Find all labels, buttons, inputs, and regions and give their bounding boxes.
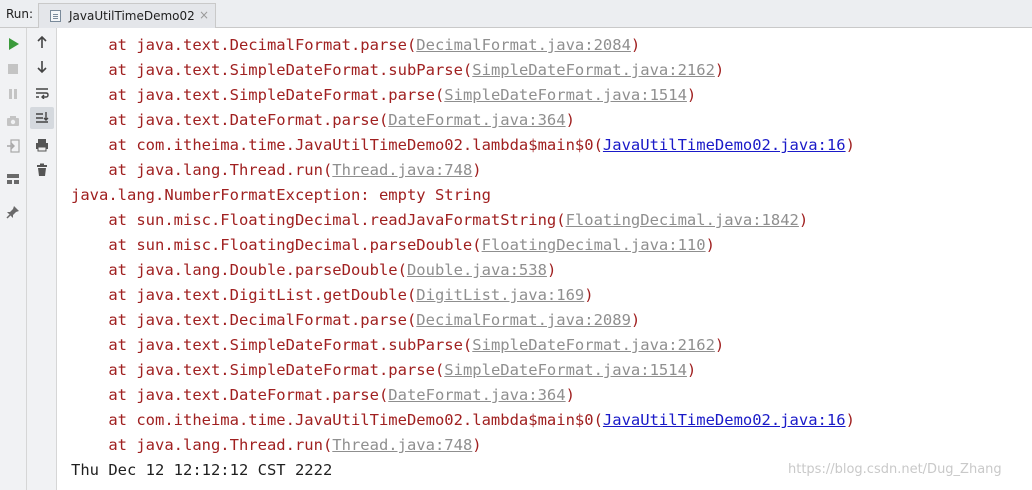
line-text: at java.text.SimpleDateFormat.parse( [71,361,445,379]
source-link[interactable]: DecimalFormat.java:2084 [416,36,631,54]
line-suffix: ) [686,86,697,104]
exit-icon[interactable] [3,136,23,156]
console-line: at java.text.DateFormat.parse(DateFormat… [71,108,575,133]
line-suffix: ) [714,336,725,354]
console-line: at java.text.SimpleDateFormat.parse(Simp… [71,83,696,108]
line-suffix: ) [705,236,715,254]
layout-icon[interactable] [3,169,23,189]
line-text: at java.lang.Double.parseDouble( [71,261,407,279]
print-icon[interactable] [32,135,52,155]
line-suffix: ) [584,286,594,304]
line-suffix: ) [546,261,557,279]
line-text: at com.itheima.time.JavaUtilTimeDemo02.l… [71,136,603,154]
source-link[interactable]: FloatingDecimal.java:1842 [566,211,799,229]
console-line: at java.text.SimpleDateFormat.parse(Simp… [71,358,696,383]
line-suffix: ) [845,411,855,429]
run-actions-toolbar [0,28,27,490]
source-link[interactable]: Thread.java:748 [332,436,472,454]
line-text: at java.text.SimpleDateFormat.subParse( [71,61,473,79]
source-link[interactable]: SimpleDateFormat.java:1514 [444,361,687,379]
run-toolwindow-header: Run: JavaUtilTimeDemo02 × [0,0,1032,28]
trash-icon[interactable] [32,160,52,180]
run-label: Run: [6,7,34,21]
down-arrow-icon[interactable] [32,57,52,77]
source-link[interactable]: DateFormat.java:364 [388,111,565,129]
program-output-line: Thu Dec 12 12:12:12 CST 2222 [71,458,332,483]
console-output[interactable]: at java.text.DecimalFormat.parse(Decimal… [57,28,1032,490]
source-link[interactable]: SimpleDateFormat.java:2162 [472,336,715,354]
line-text: at java.lang.Thread.run( [71,436,333,454]
source-link[interactable]: Double.java:538 [407,261,547,279]
console-line: at sun.misc.FloatingDecimal.parseDouble(… [71,233,715,258]
stop-icon[interactable] [3,59,23,79]
line-text: at java.text.SimpleDateFormat.subParse( [71,336,473,354]
pin-icon[interactable] [3,202,23,222]
soft-wrap-icon[interactable] [32,83,52,103]
line-suffix: ) [798,211,809,229]
source-link[interactable]: DecimalFormat.java:2089 [416,311,631,329]
console-line: at java.lang.Thread.run(Thread.java:748) [71,158,482,183]
line-text: at java.text.DecimalFormat.parse( [71,311,417,329]
line-text: at java.text.DecimalFormat.parse( [71,36,417,54]
line-suffix: ) [565,111,575,129]
dump-threads-icon[interactable] [3,111,23,131]
line-text: java.lang.NumberFormatException: empty S… [71,186,491,204]
source-link[interactable]: JavaUtilTimeDemo02.java:16 [603,411,846,429]
line-text: at java.text.DateFormat.parse( [71,111,389,129]
source-link[interactable]: SimpleDateFormat.java:2162 [472,61,715,79]
console-line: at java.text.SimpleDateFormat.subParse(S… [71,333,724,358]
console-line: at com.itheima.time.JavaUtilTimeDemo02.l… [71,408,855,433]
line-text: at java.text.SimpleDateFormat.parse( [71,86,445,104]
console-actions-toolbar [27,28,57,490]
rerun-icon[interactable] [3,34,23,54]
close-icon[interactable]: × [199,8,209,22]
console-line: at java.text.SimpleDateFormat.subParse(S… [71,58,724,83]
up-arrow-icon[interactable] [32,32,52,52]
line-suffix: ) [472,161,482,179]
watermark: https://blog.csdn.net/Dug_Zhang [788,462,1002,477]
source-link[interactable]: SimpleDateFormat.java:1514 [444,86,687,104]
line-suffix: ) [565,386,575,404]
line-text: at com.itheima.time.JavaUtilTimeDemo02.l… [71,411,603,429]
console-line: at java.lang.Double.parseDouble(Double.j… [71,258,556,283]
tab-javautiltimedemo02[interactable]: JavaUtilTimeDemo02 × [38,3,216,28]
line-text: at java.text.DigitList.getDouble( [71,286,417,304]
line-suffix: ) [714,61,725,79]
console-line: at java.text.DecimalFormat.parse(Decimal… [71,33,640,58]
line-suffix: ) [630,311,641,329]
source-link[interactable]: FloatingDecimal.java:110 [482,236,706,254]
line-suffix: ) [845,136,855,154]
scroll-to-end-icon[interactable] [30,107,54,129]
line-text: Thu Dec 12 12:12:12 CST 2222 [71,461,333,479]
console-line: at com.itheima.time.JavaUtilTimeDemo02.l… [71,133,855,158]
line-text: at sun.misc.FloatingDecimal.readJavaForm… [71,211,566,229]
line-suffix: ) [472,436,482,454]
console-line: at java.text.DateFormat.parse(DateFormat… [71,383,575,408]
line-suffix: ) [686,361,697,379]
source-link[interactable]: JavaUtilTimeDemo02.java:16 [603,136,846,154]
file-icon [50,10,61,22]
source-link[interactable]: DateFormat.java:364 [388,386,565,404]
console-line: at sun.misc.FloatingDecimal.readJavaForm… [71,208,808,233]
line-suffix: ) [630,36,641,54]
line-text: at sun.misc.FloatingDecimal.parseDouble( [71,236,482,254]
console-line: at java.text.DigitList.getDouble(DigitLi… [71,283,594,308]
source-link[interactable]: DigitList.java:169 [416,286,584,304]
console-line: at java.text.DecimalFormat.parse(Decimal… [71,308,640,333]
console-line: at java.lang.Thread.run(Thread.java:748) [71,433,482,458]
source-link[interactable]: Thread.java:748 [332,161,472,179]
exception-line: java.lang.NumberFormatException: empty S… [71,183,491,208]
line-text: at java.lang.Thread.run( [71,161,333,179]
line-text: at java.text.DateFormat.parse( [71,386,389,404]
pause-icon[interactable] [3,84,23,104]
tab-label: JavaUtilTimeDemo02 [69,9,195,23]
